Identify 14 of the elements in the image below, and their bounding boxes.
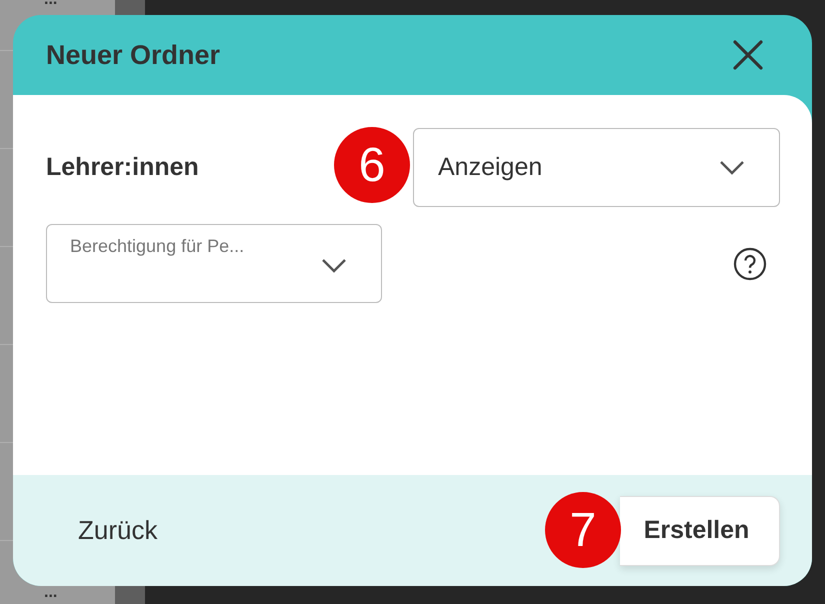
create-button[interactable]: Erstellen: [620, 496, 780, 566]
role-label: Lehrer:innen: [46, 153, 199, 182]
role-select[interactable]: Anzeigen: [413, 128, 780, 207]
dialog-title: Neuer Ordner: [46, 40, 220, 70]
permission-select[interactable]: Berechtigung für Pe...: [46, 224, 382, 303]
menu-dots[interactable]: ...: [44, 588, 58, 598]
back-button[interactable]: Zurück: [61, 515, 174, 546]
chevron-icon: [719, 160, 745, 175]
select-value: Anzeigen: [438, 153, 542, 182]
menu-dots[interactable]: ...: [44, 0, 58, 5]
help-icon[interactable]: [733, 246, 767, 280]
select-placeholder: Berechtigung für Pe...: [70, 236, 244, 258]
close-icon[interactable]: [732, 39, 764, 71]
chevron-icon: [321, 258, 347, 273]
